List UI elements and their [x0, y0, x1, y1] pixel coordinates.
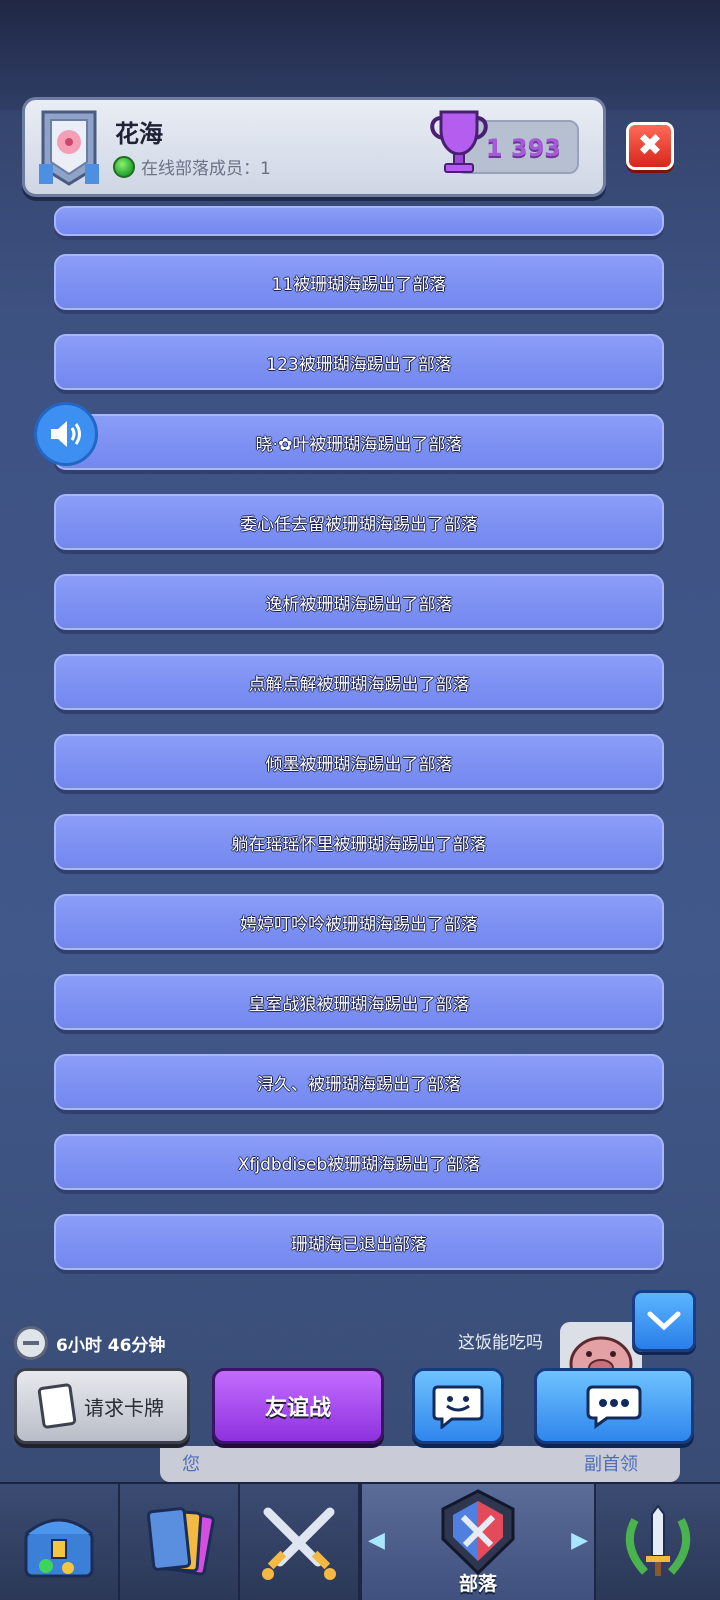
list-item	[54, 206, 664, 236]
nav-clan[interactable]: ◀ ▶ 部落	[360, 1484, 596, 1600]
role-you: 您	[182, 1454, 200, 1475]
chevron-right-icon: ▶	[571, 1528, 588, 1553]
nav-cards[interactable]	[120, 1484, 240, 1600]
friendly-battle-button[interactable]: 友谊战	[212, 1368, 384, 1444]
list-item: 浔久、被珊瑚海踢出了部落	[54, 1054, 664, 1110]
chat-button[interactable]	[534, 1368, 694, 1444]
clan-name: 花海	[115, 120, 163, 148]
trophy-value: 1 393	[485, 134, 561, 162]
list-item: 123被珊瑚海踢出了部落	[54, 334, 664, 390]
role-other: 副首领	[584, 1454, 638, 1475]
crossed-swords-icon	[262, 1507, 336, 1580]
bottom-nav: ◀ ▶ 部落	[0, 1482, 720, 1600]
request-cards-label: 请求卡牌	[84, 1395, 164, 1420]
nav-events[interactable]	[596, 1484, 720, 1600]
clock-icon	[14, 1326, 48, 1360]
chat-bubble-icon	[586, 1385, 642, 1429]
clan-header: 花海 在线部落成员：1 1 393	[22, 97, 606, 197]
chevron-left-icon: ◀	[368, 1528, 385, 1553]
nav-battle[interactable]	[240, 1484, 360, 1600]
laurel-sword-icon	[625, 1504, 691, 1576]
request-timer: 6小时 46分钟	[14, 1326, 165, 1360]
role-strip: 您 副首领	[160, 1446, 680, 1482]
emote-button[interactable]	[412, 1368, 504, 1444]
list-item: 皇室战狼被珊瑚海踢出了部落	[54, 974, 664, 1030]
collapse-chat-button[interactable]	[632, 1290, 696, 1352]
list-item: 珊瑚海已退出部落	[54, 1214, 664, 1270]
top-background	[0, 0, 720, 110]
list-item: 11被珊瑚海踢出了部落	[54, 254, 664, 310]
close-button[interactable]: ✖	[626, 122, 674, 170]
speaker-icon[interactable]	[34, 402, 98, 466]
treasure-chest-icon	[24, 1518, 94, 1578]
list-item: 点解点解被珊瑚海踢出了部落	[54, 654, 664, 710]
nav-clan-label: 部落	[458, 1573, 497, 1595]
chat-preview: 这饭能吃吗	[458, 1333, 543, 1353]
cards-icon	[146, 1507, 215, 1576]
clan-shield-icon	[441, 1489, 515, 1576]
list-item: 躺在瑶瑶怀里被珊瑚海踢出了部落	[54, 814, 664, 870]
clan-badge-icon	[39, 110, 99, 186]
list-item: Xfjdbdiseb被珊瑚海踢出了部落	[54, 1134, 664, 1190]
nav-shop[interactable]	[0, 1484, 120, 1600]
emote-icon	[432, 1385, 484, 1429]
online-members-label: 在线部落成员：1	[141, 159, 271, 179]
request-cards-button[interactable]: 请求卡牌	[14, 1368, 190, 1444]
online-members: 在线部落成员：1	[113, 154, 271, 179]
online-indicator-icon	[113, 155, 135, 178]
chevron-down-icon	[647, 1311, 681, 1331]
list-item: 逸析被珊瑚海踢出了部落	[54, 574, 664, 630]
list-item: 委心任去留被珊瑚海踢出了部落	[54, 494, 664, 550]
timer-text: 6小时 46分钟	[56, 1335, 166, 1356]
list-item: 晓·✿叶被珊瑚海踢出了部落	[54, 414, 664, 470]
list-item: 倾墨被珊瑚海踢出了部落	[54, 734, 664, 790]
card-icon	[37, 1382, 77, 1430]
list-item: 娉婷叮呤呤被珊瑚海踢出了部落	[54, 894, 664, 950]
trophy-icon	[430, 110, 488, 173]
